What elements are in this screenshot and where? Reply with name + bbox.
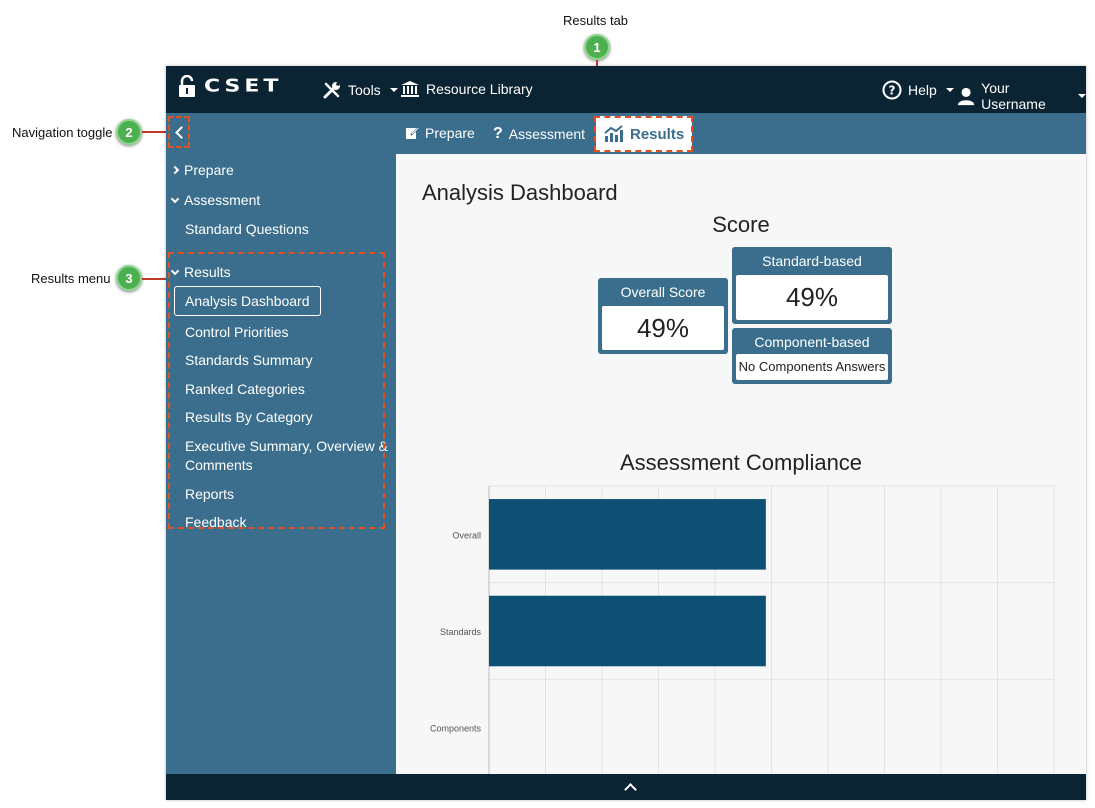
sidebar-group-prepare[interactable]: Prepare — [170, 162, 234, 178]
sidebar-group-assessment-label: Assessment — [184, 192, 261, 208]
chart-category-label-overall: Overall — [452, 530, 481, 540]
tools-menu[interactable]: Tools — [322, 80, 398, 100]
highlight-results-menu — [168, 252, 385, 529]
tab-prepare-label: Prepare — [425, 125, 475, 141]
sidebar-item-standard-questions[interactable]: Standard Questions — [185, 221, 309, 237]
highlight-nav-toggle — [168, 116, 190, 148]
sidebar-group-assessment[interactable]: Assessment — [170, 192, 261, 208]
overall-score-label: Overall Score — [620, 284, 706, 300]
page-title: Analysis Dashboard — [422, 180, 618, 205]
username-label: Your Username — [981, 80, 1046, 112]
score-heading: Score — [712, 212, 770, 237]
bank-icon — [401, 81, 419, 97]
user-menu[interactable]: Your Username — [957, 80, 1086, 112]
callout-number-1: 1 — [584, 34, 610, 60]
standard-based-label: Standard-based — [762, 253, 862, 269]
tab-assessment[interactable]: ? Assessment — [493, 125, 585, 143]
help-menu[interactable]: ? Help — [882, 80, 954, 100]
chart-category-label-standards: Standards — [440, 627, 482, 637]
edit-icon — [406, 127, 419, 139]
overall-score-value: 49% — [602, 306, 724, 350]
caret-down-icon — [1078, 94, 1086, 98]
resource-library-label: Resource Library — [426, 81, 533, 97]
callout-label-results-tab: Results tab — [563, 13, 629, 28]
resource-library-link[interactable]: Resource Library — [400, 80, 533, 98]
callout-line-3 — [142, 278, 168, 280]
assessment-compliance-chart: Overall Standards Components — [430, 485, 1055, 774]
callout-label-nav-toggle: Navigation toggle — [12, 125, 113, 140]
component-based-label: Component-based — [754, 334, 870, 350]
chevron-right-icon — [170, 165, 180, 175]
chart-category-label-components: Components — [430, 724, 482, 734]
svg-text:?: ? — [889, 84, 896, 98]
top-navbar: CSET Tools Resource Library ? Help Your … — [166, 66, 1086, 113]
user-icon — [957, 87, 975, 106]
cset-logo[interactable]: CSET — [178, 74, 282, 99]
standard-based-card: Standard-based 49% — [732, 247, 892, 324]
help-circle-icon: ? — [882, 80, 902, 100]
bottom-bar — [166, 774, 1086, 800]
chart-bar-overall[interactable] — [489, 499, 766, 570]
sidebar-group-prepare-label: Prepare — [184, 162, 234, 178]
main-content: Analysis Dashboard Score Overall Score 4… — [396, 154, 1086, 774]
logo-text: CSET — [204, 76, 283, 97]
chevron-up-icon — [624, 783, 637, 796]
wrench-icon — [323, 82, 340, 99]
component-based-card: Component-based No Components Answers — [732, 328, 892, 384]
caret-down-icon — [945, 88, 954, 92]
tools-label: Tools — [348, 82, 381, 98]
callout-line-2 — [142, 131, 168, 133]
tab-prepare[interactable]: Prepare — [405, 125, 475, 141]
lock-icon — [179, 74, 195, 97]
expand-footer-button[interactable] — [616, 776, 646, 798]
standard-based-value: 49% — [736, 275, 888, 320]
callout-label-results-menu: Results menu — [31, 271, 111, 286]
question-icon: ? — [493, 125, 503, 142]
component-based-value: No Components Answers — [736, 354, 888, 380]
chart-bar-standards[interactable] — [489, 595, 766, 667]
overall-score-card: Overall Score 49% — [598, 278, 728, 354]
tab-assessment-label: Assessment — [508, 126, 586, 142]
callout-number-2: 2 — [116, 119, 142, 145]
assessment-compliance-heading: Assessment Compliance — [619, 450, 863, 475]
highlight-results-tab — [594, 116, 693, 152]
caret-down-icon — [389, 88, 398, 92]
chevron-down-icon — [170, 194, 180, 203]
callout-number-3: 3 — [116, 265, 142, 291]
help-label: Help — [908, 82, 937, 98]
